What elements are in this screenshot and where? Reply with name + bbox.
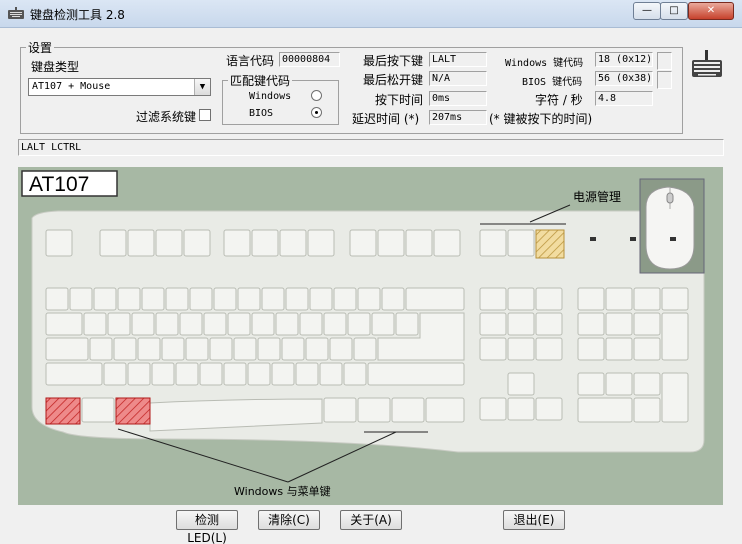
match-bios-radio[interactable] — [311, 107, 322, 118]
bios-code-field: 56 (0x38) — [595, 71, 653, 86]
pressed-key-lalt — [115, 397, 151, 425]
maximize-button[interactable]: □ — [660, 2, 688, 20]
keyboard-icon — [692, 50, 722, 77]
delay-time-label: 延迟时间 (*) — [352, 112, 420, 126]
keyboard-illustration: AT107 电源管理 Windows 与菜单键 — [21, 170, 705, 498]
keyboard-type-select[interactable]: AT107 + Mouse ▼ — [28, 78, 211, 96]
detect-led-button[interactable]: 检测LED(L) — [176, 510, 238, 544]
minimize-button[interactable]: — — [633, 2, 661, 20]
delay-time-field: 207ms — [429, 110, 487, 125]
pressed-keys-status: LALT LCTRL — [18, 139, 724, 156]
window-title: 键盘检测工具 2.8 — [30, 8, 125, 22]
settings-legend: 设置 — [26, 39, 55, 56]
navigation-block — [479, 287, 563, 421]
bios-code-indicator — [657, 71, 672, 89]
win-code-label: Windows 键代码 — [505, 58, 584, 69]
keyboard-type-label: 键盘类型 — [31, 60, 80, 74]
last-up-field: N/A — [429, 71, 487, 86]
clear-button[interactable]: 清除(C) — [258, 510, 320, 530]
pressed-key-lctrl — [45, 397, 81, 425]
match-bios-label: BIOS — [249, 108, 274, 119]
match-key-code-legend: 匹配键代码 — [228, 72, 293, 89]
filter-system-keys-checkbox[interactable] — [199, 109, 211, 121]
delay-note: (* 键被按下的时间) — [489, 112, 593, 126]
match-windows-radio[interactable] — [311, 90, 322, 101]
down-time-label: 按下时间 — [375, 93, 424, 107]
last-down-field: LALT — [429, 52, 487, 67]
chevron-down-icon[interactable]: ▼ — [194, 79, 210, 95]
match-windows-label: Windows — [249, 91, 292, 102]
mouse-image — [639, 178, 705, 274]
keyboard-app-icon — [8, 7, 24, 19]
model-label-box: AT107 — [21, 170, 118, 197]
keyboard-panel: AT107 电源管理 Windows 与菜单键 — [18, 167, 723, 505]
power-management-label: 电源管理 — [573, 189, 621, 204]
chars-per-sec-label: 字符 / 秒 — [535, 93, 583, 107]
win-code-field: 18 (0x12) — [595, 52, 653, 67]
close-button[interactable]: ✕ — [688, 2, 734, 20]
keyboard-type-value: AT107 + Mouse — [32, 81, 111, 92]
title-bar: 键盘检测工具 2.8 — □ ✕ — [0, 0, 742, 28]
lang-code-label: 语言代码 — [226, 54, 275, 68]
exit-button[interactable]: 退出(E) — [503, 510, 565, 530]
chars-per-sec-field: 4.8 — [595, 91, 653, 106]
win-code-indicator — [657, 52, 672, 70]
filter-system-keys-label: 过滤系统键 — [136, 110, 197, 124]
last-up-label: 最后松开键 — [363, 73, 424, 87]
last-down-label: 最后按下键 — [363, 54, 424, 68]
lang-code-field: 00000804 — [279, 52, 340, 67]
power-key-highlight — [535, 229, 565, 259]
about-button[interactable]: 关于(A) — [340, 510, 402, 530]
model-label: AT107 — [29, 173, 89, 196]
windows-menu-label: Windows 与菜单键 — [234, 484, 331, 498]
bios-code-label: BIOS 键代码 — [522, 77, 583, 88]
down-time-field: 0ms — [429, 91, 487, 106]
alphanumeric-block — [45, 287, 465, 432]
